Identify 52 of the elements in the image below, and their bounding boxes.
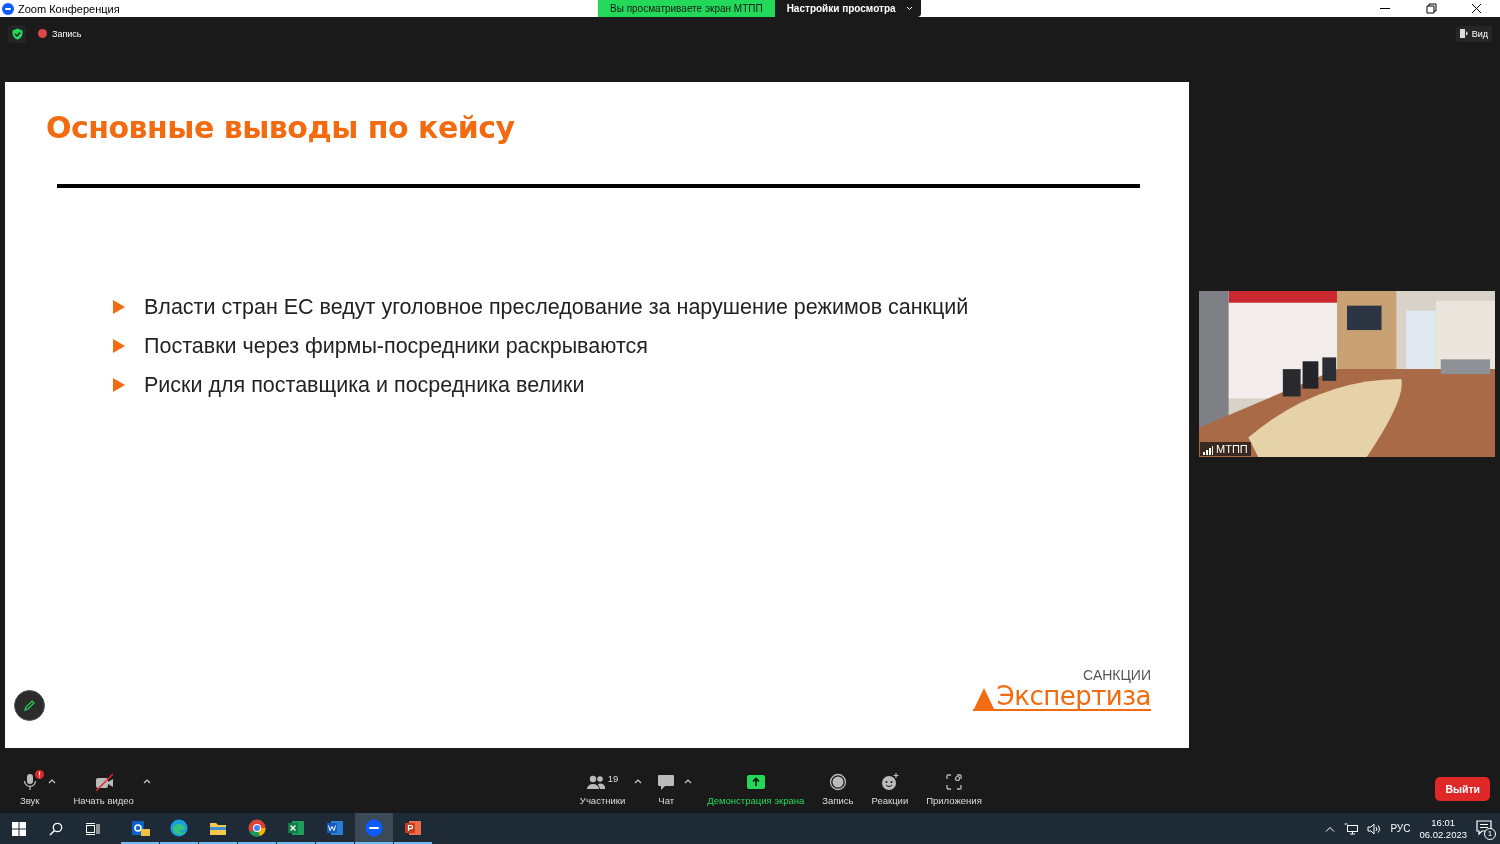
browser-wave-icon <box>169 817 189 838</box>
apps-button[interactable]: Приложения <box>920 768 988 810</box>
speaker-icon[interactable] <box>1367 822 1382 835</box>
video-app-icon <box>364 817 384 838</box>
view-settings-button[interactable]: Настройки просмотра <box>774 0 921 17</box>
smiley-icon <box>880 772 899 791</box>
taskbar-app-button[interactable] <box>355 813 393 844</box>
search-icon[interactable] <box>48 821 63 836</box>
camera-off-icon <box>94 772 113 791</box>
message-icon <box>1476 819 1492 836</box>
chat-bubble-icon <box>657 772 676 791</box>
shield-check-icon[interactable] <box>11 27 23 40</box>
task-view-icon[interactable] <box>85 822 100 835</box>
mic-button[interactable]: Звук <box>14 768 46 810</box>
recording-label: Запись <box>52 28 82 39</box>
notification-count: 1 <box>1484 827 1496 840</box>
windows-start-icon[interactable] <box>11 821 26 836</box>
slide-title: Основные выводы по кейсу <box>46 109 516 147</box>
view-button[interactable]: Вид <box>1455 25 1492 42</box>
pencil-icon <box>23 699 36 712</box>
triangle-bullet-icon <box>113 300 125 314</box>
apps-icon <box>945 772 963 791</box>
participants-button[interactable]: 19 Участники <box>573 768 632 810</box>
logo-caption: САНКЦИИ <box>1083 668 1151 683</box>
layout-icon <box>1459 29 1469 38</box>
reactions-button[interactable]: Реакции <box>865 768 915 810</box>
chevron-down-icon <box>905 6 913 11</box>
signal-icon <box>1203 445 1213 455</box>
triangle-bullet-icon <box>113 339 125 353</box>
chat-button[interactable]: Чат <box>651 768 682 810</box>
notifications-button[interactable]: 1 <box>1476 819 1494 838</box>
record-icon <box>828 772 847 791</box>
chevron-up-icon[interactable] <box>1325 825 1336 832</box>
logo-wordmark: Экспертиза <box>996 683 1151 709</box>
video-button[interactable]: Начать видео <box>67 768 140 810</box>
bullet-text: Власти стран ЕС ведут уголовное преследование за нарушение режимов санкций <box>144 294 969 320</box>
record-button[interactable]: Запись <box>816 768 860 810</box>
bullet-text: Риски для поставщика и посредника велики <box>144 372 585 398</box>
triangle-bullet-icon <box>113 378 125 392</box>
annotate-button[interactable] <box>14 690 45 721</box>
share-button[interactable]: Демонстрация экрана <box>701 768 811 810</box>
record-dot-icon <box>38 29 47 38</box>
leave-button[interactable]: Выйти <box>1435 777 1490 801</box>
clock[interactable]: 16:01 06.02.2023 <box>1419 816 1467 841</box>
participant-name: МТПП <box>1216 442 1248 455</box>
share-screen-icon <box>746 772 765 791</box>
sharing-status: Вы просматриваете экран МТПП <box>598 0 775 17</box>
keyboard-language[interactable]: РУС <box>1390 823 1411 834</box>
browser-circle-icon <box>247 817 267 838</box>
window-title: Zoom Конференция <box>18 2 120 15</box>
bullet-text: Поставки через фирмы-посредники раскрываются <box>144 333 648 359</box>
network-icon[interactable] <box>1344 822 1359 835</box>
